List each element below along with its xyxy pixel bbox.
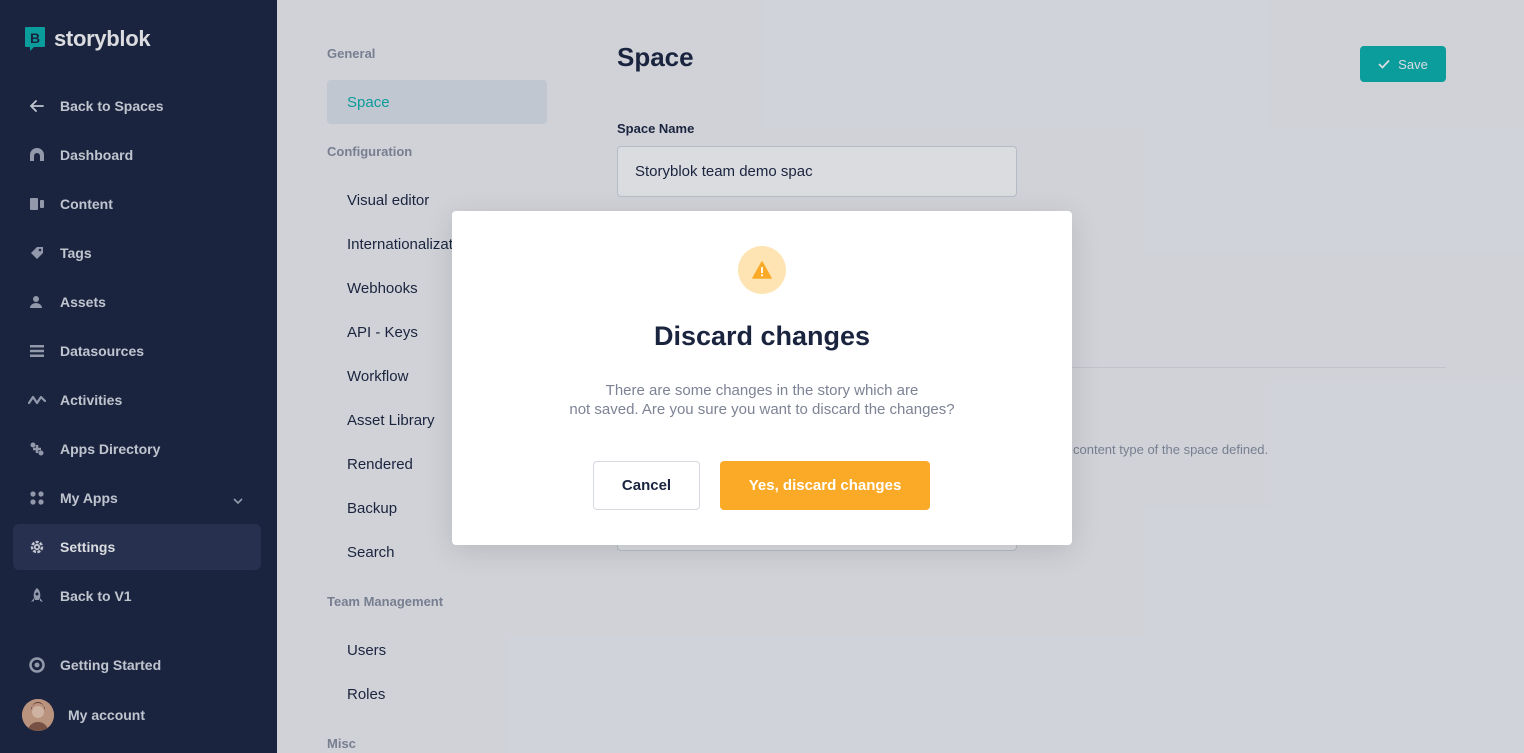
confirm-discard-button[interactable]: Yes, discard changes xyxy=(720,461,930,510)
cancel-button[interactable]: Cancel xyxy=(593,461,700,510)
discard-changes-dialog: Discard changes There are some changes i… xyxy=(452,211,1072,545)
dialog-message-line: There are some changes in the story whic… xyxy=(605,382,919,399)
dialog-title: Discard changes xyxy=(653,321,871,351)
dialog-message: There are some changes in the story whic… xyxy=(542,381,982,419)
dialog-message-line: not saved. Are you sure you want to disc… xyxy=(569,401,955,418)
warning-icon xyxy=(738,246,786,294)
